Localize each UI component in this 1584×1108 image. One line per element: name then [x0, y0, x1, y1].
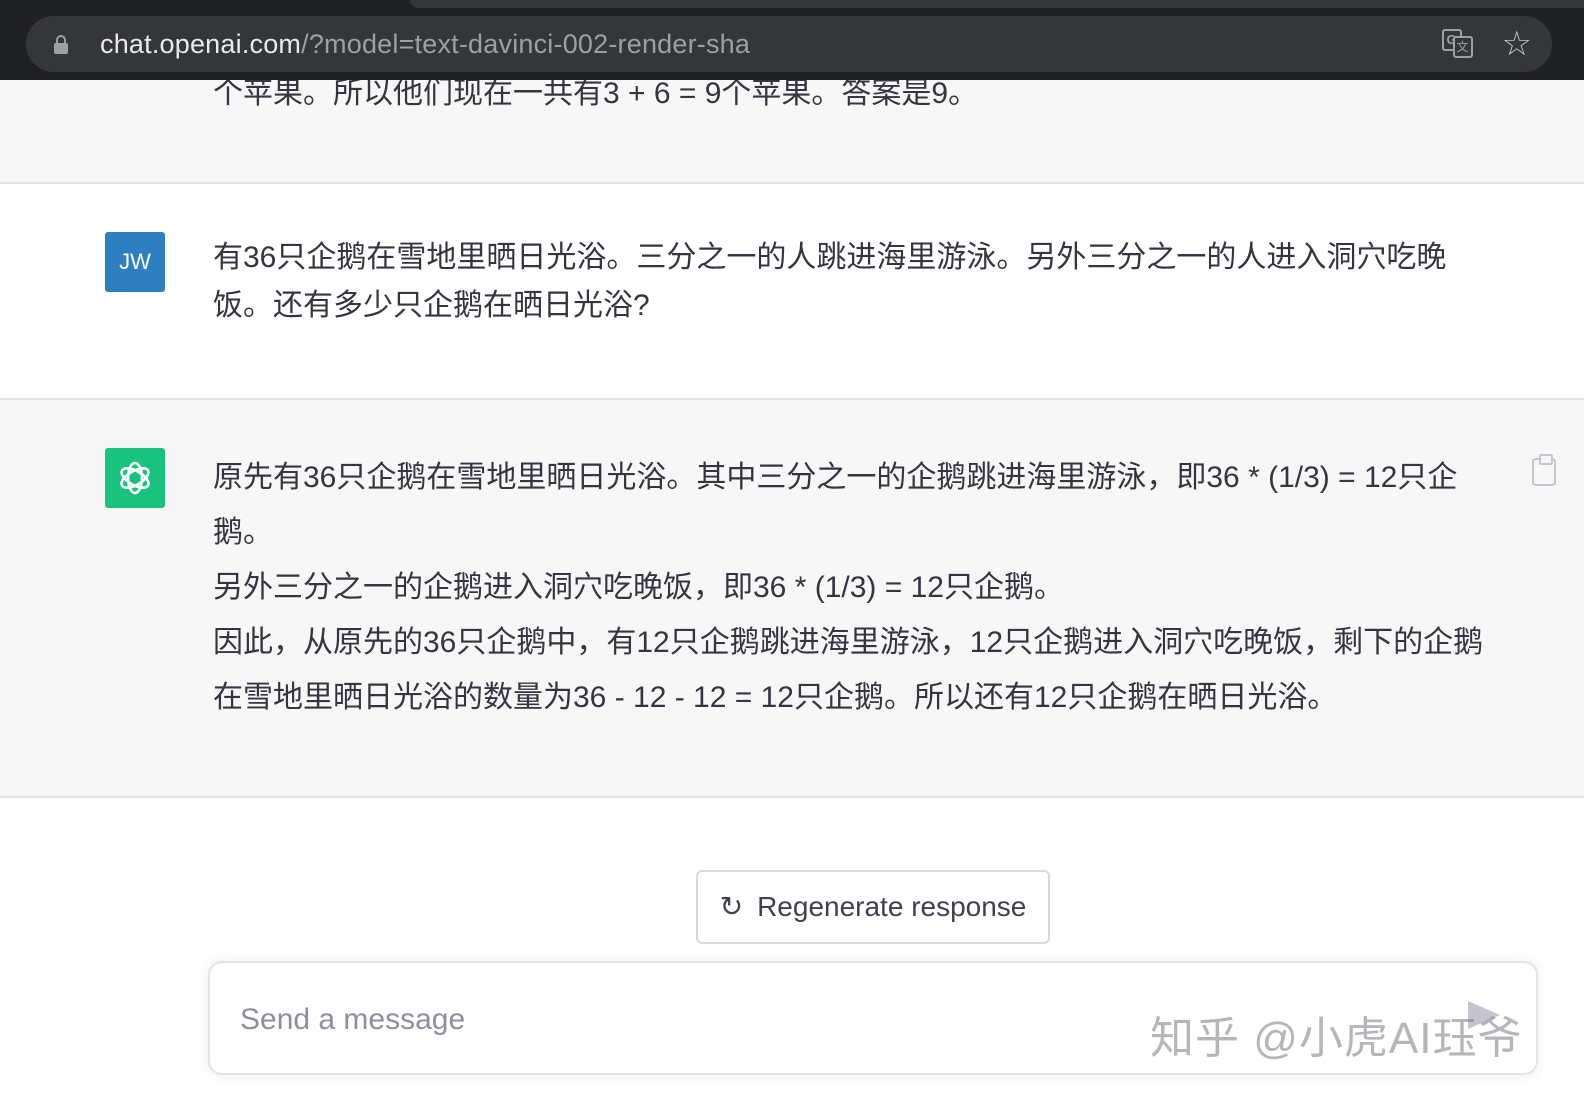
- url-text[interactable]: chat.openai.com/?model=text-davinci-002-…: [100, 29, 750, 60]
- user-avatar: JW: [105, 232, 165, 292]
- lock-icon[interactable]: [52, 35, 70, 54]
- tab-strip: [410, 0, 1584, 8]
- openai-logo-icon: [105, 448, 165, 508]
- url-host: chat.openai.com: [100, 28, 302, 59]
- address-bar[interactable]: chat.openai.com/?model=text-davinci-002-…: [26, 16, 1552, 72]
- regenerate-label: Regenerate response: [757, 891, 1027, 922]
- assistant-message-text: 原先有36只企鹅在雪地里晒日光浴。其中三分之一的企鹅跳进海里游泳，即36 * (…: [213, 450, 1493, 725]
- assistant-paragraph: 另外三分之一的企鹅进入洞穴吃晚饭，即36 * (1/3) = 12只企鹅。: [213, 571, 1064, 604]
- clipboard-icon[interactable]: [1532, 454, 1556, 486]
- previous-assistant-message: 个苹果。所以他们现在一共有3 + 6 = 9个苹果。答案是9。: [0, 80, 1584, 184]
- regenerate-response-button[interactable]: ↻ Regenerate response: [696, 870, 1050, 944]
- browser-toolbar: chat.openai.com/?model=text-davinci-002-…: [0, 0, 1584, 80]
- previous-message-text: 个苹果。所以他们现在一共有3 + 6 = 9个苹果。答案是9。: [213, 80, 979, 110]
- message-input[interactable]: [240, 995, 1140, 1045]
- watermark: 知乎 @小虎AI珏爷: [1150, 1014, 1523, 1063]
- translate-icon[interactable]: G文: [1441, 29, 1474, 59]
- bookmark-star-icon[interactable]: ☆: [1502, 27, 1532, 61]
- assistant-message: 原先有36只企鹅在雪地里晒日光浴。其中三分之一的企鹅跳进海里游泳，即36 * (…: [0, 400, 1584, 798]
- refresh-icon: ↻: [719, 891, 744, 922]
- url-path: /?model=text-davinci-002-render-sha: [301, 28, 751, 59]
- assistant-paragraph: 原先有36只企鹅在雪地里晒日光浴。其中三分之一的企鹅跳进海里游泳，即36 * (…: [213, 461, 1458, 549]
- assistant-paragraph: 因此，从原先的36只企鹅中，有12只企鹅跳进海里游泳，12只企鹅进入洞穴吃晚饭，…: [213, 626, 1484, 714]
- user-message-text: 有36只企鹅在雪地里晒日光浴。三分之一的人跳进海里游泳。另外三分之一的人进入洞穴…: [213, 241, 1447, 322]
- user-message: JW 有36只企鹅在雪地里晒日光浴。三分之一的人跳进海里游泳。另外三分之一的人进…: [0, 184, 1584, 400]
